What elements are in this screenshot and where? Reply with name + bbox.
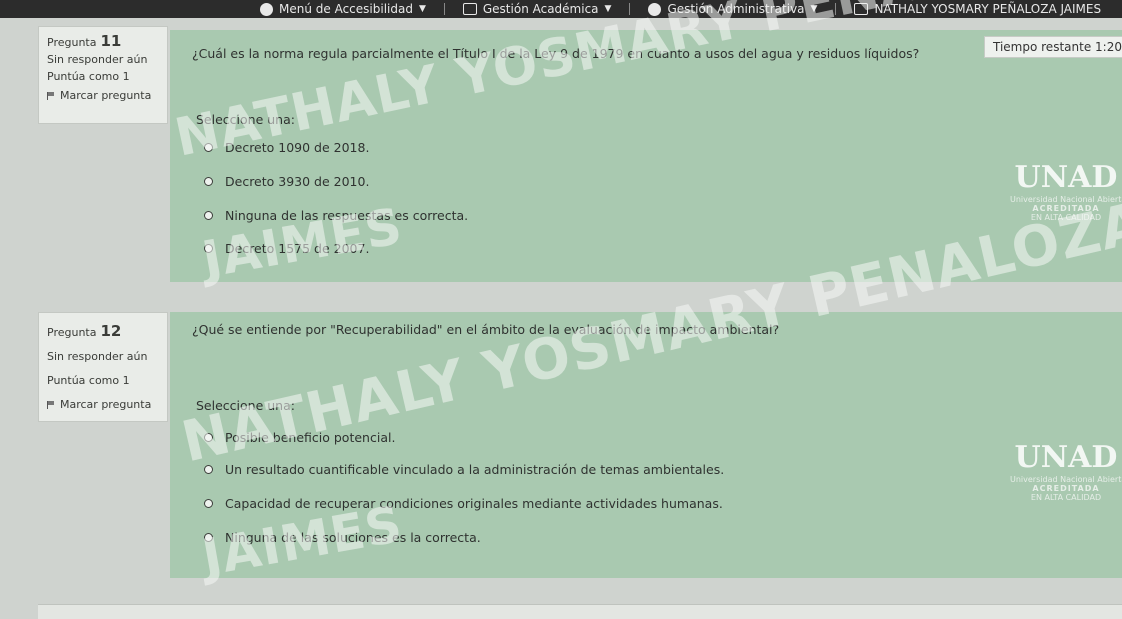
unad-logo-subtitle: Universidad Nacional Abierta y a Distanc… [1010,195,1122,204]
question-label: Pregunta [47,326,97,339]
answer-option-label: Decreto 1090 de 2018. [225,140,370,155]
question-text: ¿Qué se entiende por "Recuperabilidad" e… [192,322,780,337]
answer-option-label: Decreto 3930 de 2010. [225,174,370,189]
answer-option[interactable]: Decreto 1575 de 2007. [204,241,369,256]
quality-text: EN ALTA CALIDAD [1030,493,1102,502]
answer-option-label: Ninguna de las respuestas es correcta. [225,208,469,223]
unad-logo: UNAD Universidad Nacional Abierta y a Di… [1010,160,1122,222]
question-number-line: Pregunta 12 [47,319,159,345]
info-icon [648,2,662,16]
answer-option[interactable]: Decreto 1090 de 2018. [204,140,369,155]
radio-button[interactable] [204,465,213,474]
top-navbar: Menú de Accesibilidad ▼ Gestión Académic… [0,0,1122,18]
answer-option[interactable]: Ninguna de las respuestas es correcta. [204,208,468,223]
answer-option-label: Decreto 1575 de 2007. [225,241,370,256]
question-number-line: Pregunta 11 [47,33,159,51]
academic-menu[interactable]: Gestión Académica ▼ [462,2,612,16]
answer-option-label: Capacidad de recuperar condiciones origi… [225,496,723,511]
accessibility-icon [260,2,273,16]
time-remaining: Tiempo restante 1:20 [984,36,1122,58]
academic-menu-label: Gestión Académica [482,2,599,16]
radio-button[interactable] [204,533,213,542]
user-menu[interactable]: NATHALY YOSMARY PEÑALOZA JAIMES [854,2,1101,16]
admin-menu[interactable]: Gestión Administrativa ▼ [648,2,817,16]
flag-question-label: Marcar pregunta [60,398,152,411]
question-text: ¿Cuál es la norma regula parcialmente el… [192,46,920,61]
radio-button[interactable] [204,211,213,220]
question-label: Pregunta [47,36,97,49]
answer-option[interactable]: Ninguna de las soluciones es la correcta… [204,530,481,545]
question-score: Puntúa como 1 [47,70,130,83]
radio-button[interactable] [204,177,213,186]
next-question-block [38,604,1122,619]
question-block-12: Pregunta 12 Sin responder aún Puntúa como… [0,312,1122,584]
unad-logo-text: UNAD [1014,160,1118,195]
flag-icon [47,91,55,100]
question-score: Puntúa como 1 [47,374,130,387]
select-one-prompt: Seleccione una: [196,112,295,127]
unad-logo: UNAD Universidad Nacional Abierta y a Di… [1010,440,1122,502]
divider [443,3,445,15]
answer-option[interactable]: Posible beneficio potencial. [204,430,395,445]
radio-button[interactable] [204,244,213,253]
question-number: 12 [100,322,122,340]
select-one-prompt: Seleccione una: [196,398,295,413]
chevron-down-icon: ▼ [604,4,612,14]
question-status: Sin responder aún [47,53,148,66]
divider [835,3,837,15]
question-content: ¿Qué se entiende por "Recuperabilidad" e… [170,312,1122,578]
question-info: Pregunta 12 Sin responder aún Puntúa como… [38,312,168,422]
user-icon [854,3,869,15]
answer-option-label: Un resultado cuantificable vinculado a l… [225,462,725,477]
accessibility-menu-label: Menú de Accesibilidad [279,2,413,16]
flag-question-button[interactable]: Marcar pregunta [47,87,159,104]
flag-question-label: Marcar pregunta [60,89,152,102]
answer-option[interactable]: Decreto 3930 de 2010. [204,174,369,189]
admin-menu-label: Gestión Administrativa [667,2,805,16]
question-number: 11 [100,32,122,50]
divider [629,3,631,15]
flag-question-button[interactable]: Marcar pregunta [47,393,159,417]
question-status: Sin responder aún [47,350,148,363]
answer-option[interactable]: Un resultado cuantificable vinculado a l… [204,462,724,477]
answer-option-label: Ninguna de las soluciones es la correcta… [225,530,481,545]
quality-text: EN ALTA CALIDAD [1030,213,1102,222]
graduation-cap-icon [462,3,477,15]
accreditation-text: ACREDITADA [1032,204,1100,213]
radio-button[interactable] [204,143,213,152]
answer-option-label: Posible beneficio potencial. [225,430,396,445]
radio-button[interactable] [204,499,213,508]
unad-logo-text: UNAD [1014,440,1118,475]
question-info: Pregunta 11 Sin responder aún Puntúa como… [38,26,168,124]
question-block-11: Pregunta 11 Sin responder aún Puntúa como… [0,26,1122,286]
radio-button[interactable] [204,433,213,442]
unad-logo-subtitle: Universidad Nacional Abierta y a Distanc… [1010,475,1122,484]
flag-icon [47,401,55,409]
question-content: ¿Cuál es la norma regula parcialmente el… [170,30,1122,282]
accreditation-text: ACREDITADA [1032,484,1100,493]
user-name: NATHALY YOSMARY PEÑALOZA JAIMES [874,2,1102,16]
chevron-down-icon: ▼ [810,4,818,14]
answer-option[interactable]: Capacidad de recuperar condiciones origi… [204,496,723,511]
chevron-down-icon: ▼ [418,4,426,14]
accessibility-menu[interactable]: Menú de Accesibilidad ▼ [260,2,426,16]
